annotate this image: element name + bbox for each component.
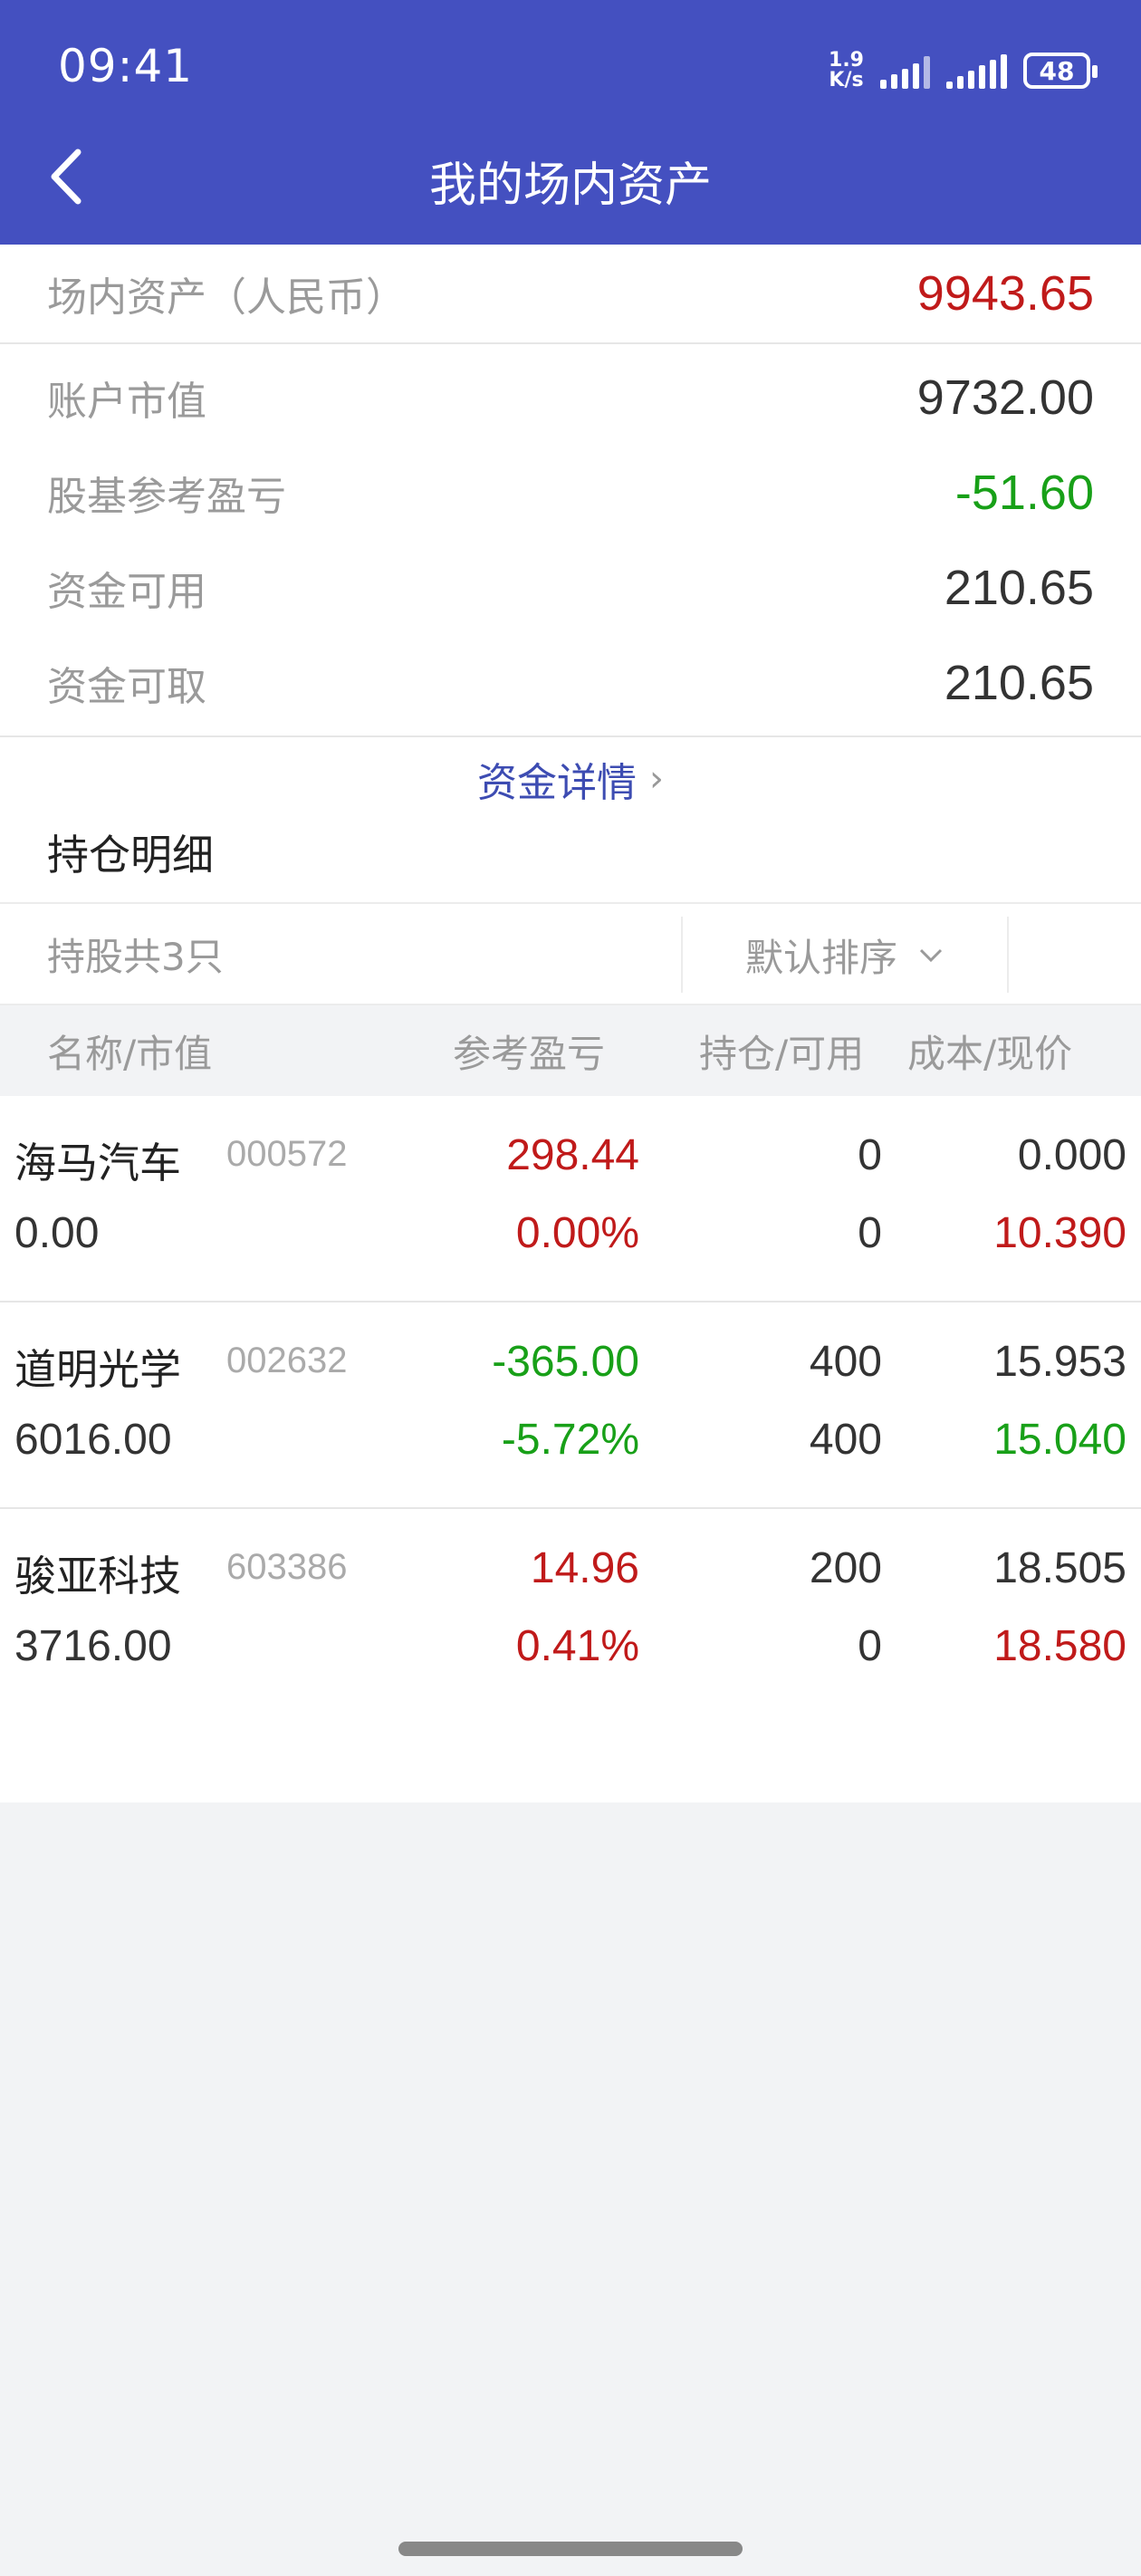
stock-market-value: 6016.00 [14,1416,172,1464]
stock-code: 002632 [226,1341,348,1380]
page-title: 我的场内资产 [428,159,712,213]
total-assets-value: 9943.65 [916,266,1094,321]
summary-row-market-value: 账户市值 9732.00 [0,350,1141,445]
stock-pnl: 14.96 [530,1544,639,1592]
stock-position: 400 [809,1338,882,1386]
withdrawable-funds-label: 资金可取 [47,663,206,710]
holdings-count: 持股共3只 [47,934,224,979]
fund-details-label: 资金详情 [477,760,637,806]
summary-row-total: 场内资产（人民币） 9943.65 [0,245,1141,344]
market-value: 9732.00 [916,370,1094,425]
app-header: 09:41 1.9 K/s 48 我的场内资产 [0,0,1141,245]
sort-dropdown[interactable]: 默认排序 [681,917,1009,993]
holdings-column-header: 名称/市值 参考盈亏 持仓/可用 成本/现价 [0,1005,1141,1096]
sort-label: 默认排序 [744,935,897,980]
stock-market-value: 0.00 [14,1209,100,1257]
total-assets-label: 场内资产（人民币） [47,274,406,321]
stock-cost: 18.505 [993,1544,1127,1592]
stock-pnl: 298.44 [506,1131,639,1179]
signal-icon [880,53,930,89]
summary-row-pnl: 股基参考盈亏 -51.60 [0,445,1141,540]
stock-code: 000572 [226,1134,348,1174]
stock-name: 海马汽车 [14,1139,181,1187]
net-speed-value: 1.9 [829,49,864,72]
withdrawable-funds-value: 210.65 [944,655,1094,710]
stock-pnl-pct: 0.41% [515,1622,639,1670]
stock-cost: 0.000 [1017,1131,1127,1179]
summary-row-available: 资金可用 210.65 [0,540,1141,635]
stock-available: 0 [858,1209,882,1257]
chevron-down-icon [917,937,944,972]
net-speed: 1.9 K/s [829,51,864,91]
holding-row[interactable]: 海马汽车 000572 0.00 298.44 0.00% 0 0 0.000 … [0,1096,1141,1302]
stock-name: 骏亚科技 [14,1552,181,1600]
pnl-label: 股基参考盈亏 [47,473,286,520]
col-position: 持仓/可用 [699,1031,865,1076]
market-value-label: 账户市值 [47,378,206,425]
col-name: 名称/市值 [47,1031,213,1076]
status-icons: 1.9 K/s 48 [829,45,1098,96]
asset-summary: 场内资产（人民币） 9943.65 账户市值 9732.00 股基参考盈亏 -5… [0,245,1141,821]
chevron-right-icon: › [649,758,664,800]
home-indicator[interactable] [398,2542,743,2556]
stock-position: 200 [809,1544,882,1592]
summary-row-withdrawable: 资金可取 210.65 [0,635,1141,730]
pnl-value: -51.60 [954,465,1094,520]
stock-market-value: 3716.00 [14,1622,172,1670]
col-cost: 成本/现价 [907,1031,1073,1076]
stock-position: 0 [858,1131,882,1179]
holdings-filter-bar: 持股共3只 默认排序 [0,904,1141,1005]
stock-pnl: -365.00 [492,1338,639,1386]
stock-price: 10.390 [993,1209,1127,1257]
holdings-title: 持仓明细 [0,803,1141,904]
stock-available: 400 [809,1416,882,1464]
stock-pnl-pct: -5.72% [501,1416,639,1464]
net-speed-unit: K/s [829,69,864,91]
signal-icon-2 [946,53,1007,89]
available-funds-value: 210.65 [944,560,1094,615]
holding-row[interactable]: 骏亚科技 603386 3716.00 14.96 0.41% 200 0 18… [0,1509,1141,1716]
status-time: 09:41 [58,40,194,92]
stock-pnl-pct: 0.00% [515,1209,639,1257]
holding-row[interactable]: 道明光学 002632 6016.00 -365.00 -5.72% 400 4… [0,1302,1141,1509]
battery-icon: 48 [1023,53,1098,89]
stock-name: 道明光学 [14,1345,181,1394]
stock-code: 603386 [226,1547,348,1587]
stock-cost: 15.953 [993,1338,1127,1386]
holdings-panel: 持仓明细 持股共3只 默认排序 名称/市值 参考盈亏 持仓/可用 成本/现价 海… [0,803,1141,1802]
stock-available: 0 [858,1622,882,1670]
stock-price: 18.580 [993,1622,1127,1670]
col-pnl: 参考盈亏 [453,1031,606,1076]
stock-price: 15.040 [993,1416,1127,1464]
available-funds-label: 资金可用 [47,568,206,615]
